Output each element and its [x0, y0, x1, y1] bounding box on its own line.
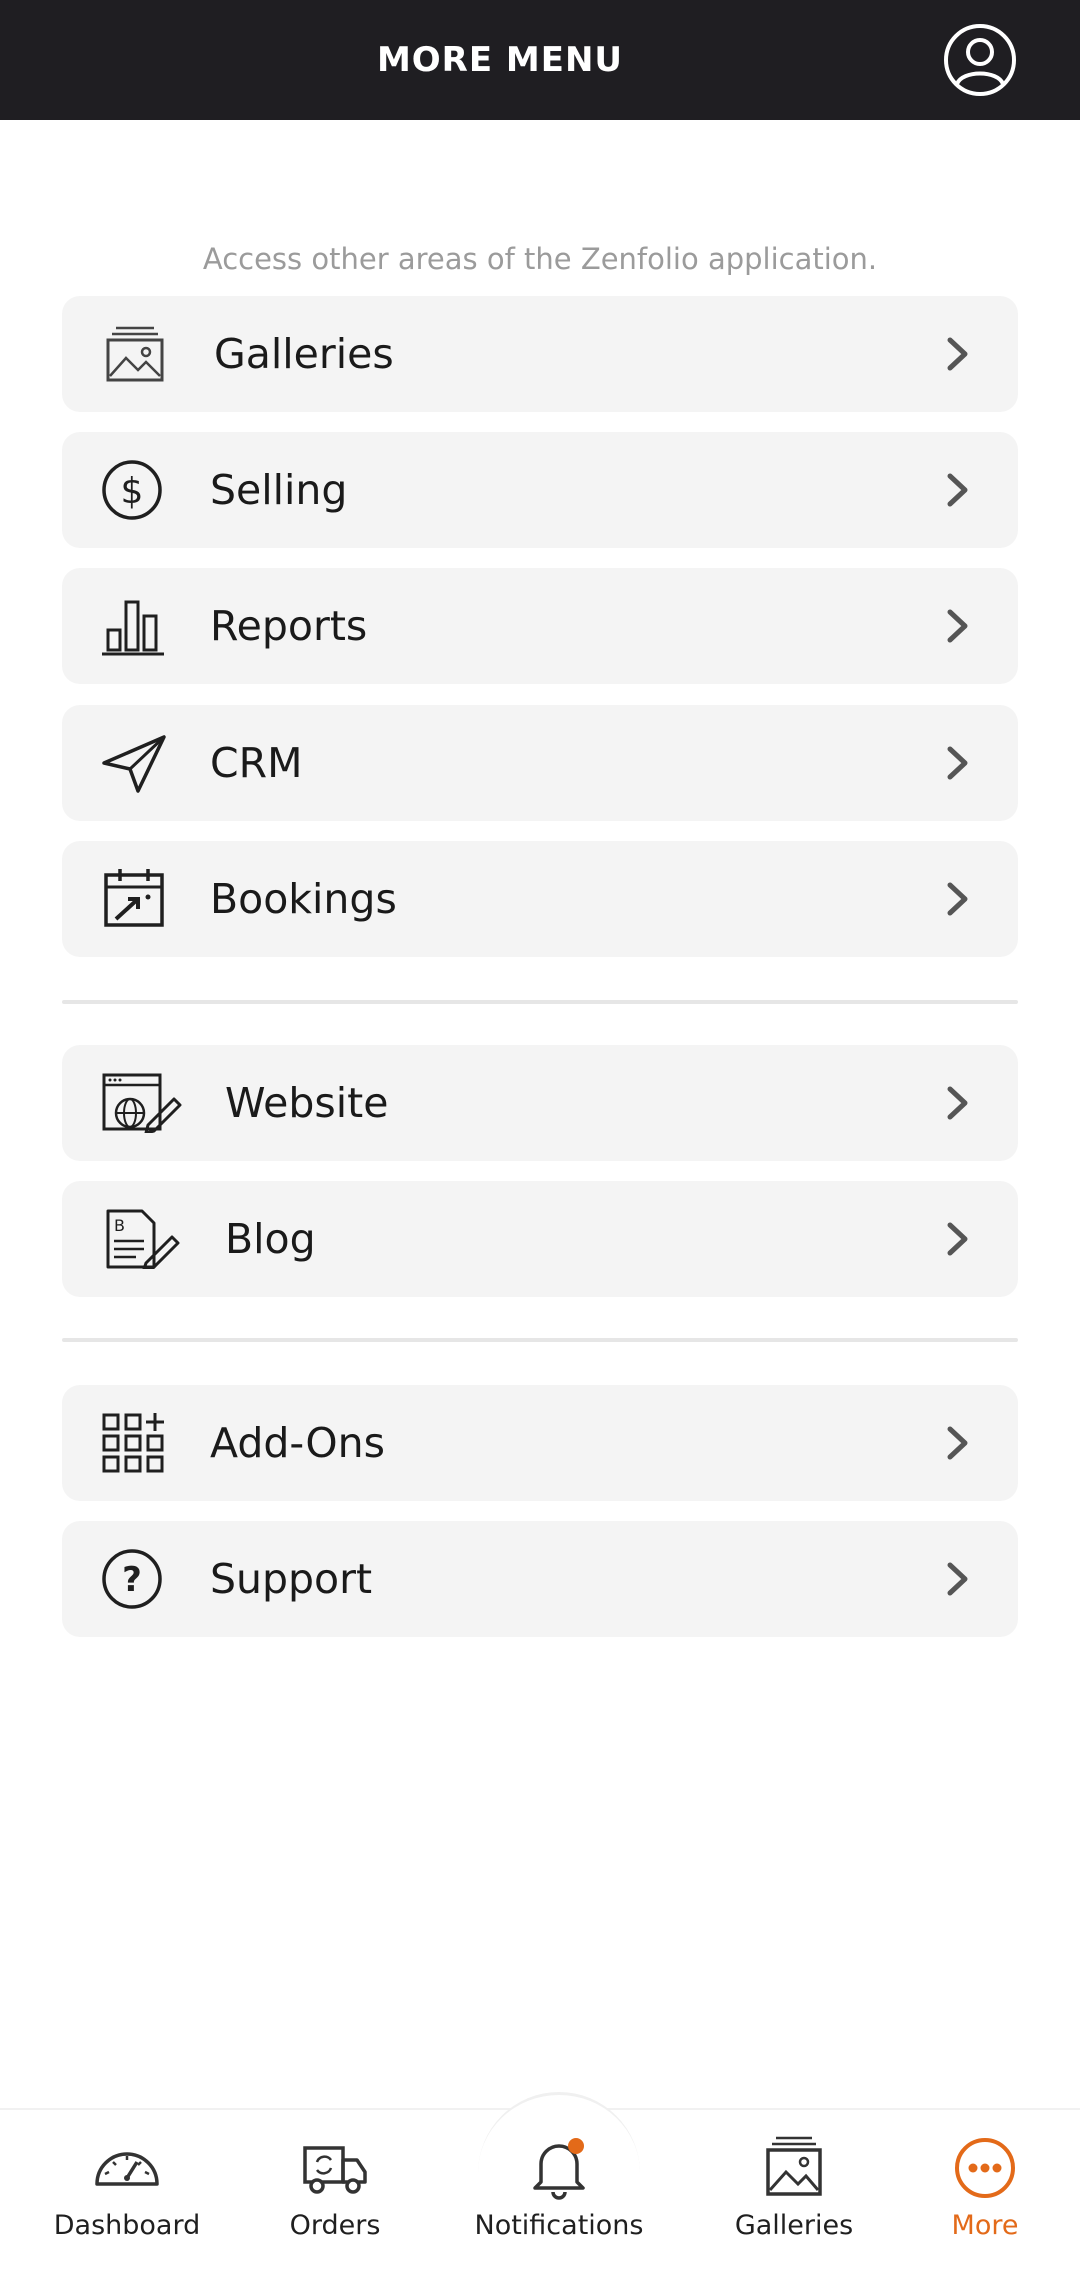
bell-icon	[533, 2138, 585, 2200]
nav-label: Orders	[289, 2210, 381, 2241]
chevron-right-icon	[947, 473, 968, 507]
menu-item-website[interactable]: Website	[62, 1045, 1018, 1161]
chevron-right-icon	[947, 1086, 968, 1120]
menu-item-galleries[interactable]: Galleries	[62, 296, 1018, 412]
menu-label: Blog	[225, 1215, 316, 1263]
menu-label: Selling	[210, 466, 348, 514]
menu-label: Reports	[210, 602, 368, 650]
menu-item-bookings[interactable]: Bookings	[62, 841, 1018, 957]
nav-dashboard[interactable]: Dashboard	[27, 2120, 227, 2270]
website-edit-icon	[102, 1073, 182, 1133]
svg-text:?: ?	[122, 1560, 142, 1600]
menu-item-blog[interactable]: B Blog	[62, 1181, 1018, 1297]
section-divider	[62, 1000, 1018, 1004]
menu-label: CRM	[210, 739, 303, 787]
chevron-right-icon	[947, 337, 968, 371]
svg-text:$: $	[121, 471, 144, 512]
grid-plus-icon	[102, 1413, 164, 1473]
menu-label: Add-Ons	[210, 1419, 385, 1467]
nav-label: Dashboard	[53, 2210, 201, 2241]
question-circle-icon: ?	[102, 1549, 162, 1609]
nav-more[interactable]: More	[885, 2120, 1080, 2270]
nav-label: Notifications	[474, 2210, 644, 2241]
nav-galleries[interactable]: Galleries	[694, 2120, 894, 2270]
paper-plane-icon	[102, 735, 166, 793]
menu-label: Galleries	[214, 330, 394, 378]
calendar-icon	[104, 869, 164, 927]
speedometer-icon	[95, 2152, 159, 2186]
bar-chart-icon	[102, 600, 164, 656]
nav-notifications[interactable]: Notifications	[459, 2120, 659, 2270]
nav-label: More	[951, 2210, 1019, 2241]
menu-item-support[interactable]: ? Support	[62, 1521, 1018, 1637]
section-divider	[62, 1338, 1018, 1342]
svg-text:B: B	[114, 1216, 125, 1235]
galleries-icon	[766, 2136, 822, 2196]
galleries-icon	[106, 326, 164, 382]
menu-label: Bookings	[210, 875, 397, 923]
menu-item-reports[interactable]: Reports	[62, 568, 1018, 684]
chevron-right-icon	[947, 746, 968, 780]
menu-item-crm[interactable]: CRM	[62, 705, 1018, 821]
app-header: MORE MENU	[0, 0, 1080, 120]
blog-edit-icon: B	[106, 1209, 180, 1269]
nav-label: Galleries	[734, 2210, 854, 2241]
chevron-right-icon	[947, 1426, 968, 1460]
menu-label: Website	[225, 1079, 389, 1127]
menu-subtitle: Access other areas of the Zenfolio appli…	[202, 242, 878, 276]
dollar-circle-icon: $	[102, 460, 162, 520]
more-dots-icon	[955, 2138, 1015, 2198]
menu-item-add-ons[interactable]: Add-Ons	[62, 1385, 1018, 1501]
chevron-right-icon	[947, 882, 968, 916]
truck-icon	[303, 2146, 367, 2194]
chevron-right-icon	[947, 1222, 968, 1256]
menu-label: Support	[210, 1555, 373, 1603]
nav-orders[interactable]: Orders	[235, 2120, 435, 2270]
page-title: MORE MENU	[376, 40, 624, 80]
user-circle-icon[interactable]	[942, 22, 1018, 98]
chevron-right-icon	[947, 609, 968, 643]
menu-item-selling[interactable]: $ Selling	[62, 432, 1018, 548]
chevron-right-icon	[947, 1562, 968, 1596]
